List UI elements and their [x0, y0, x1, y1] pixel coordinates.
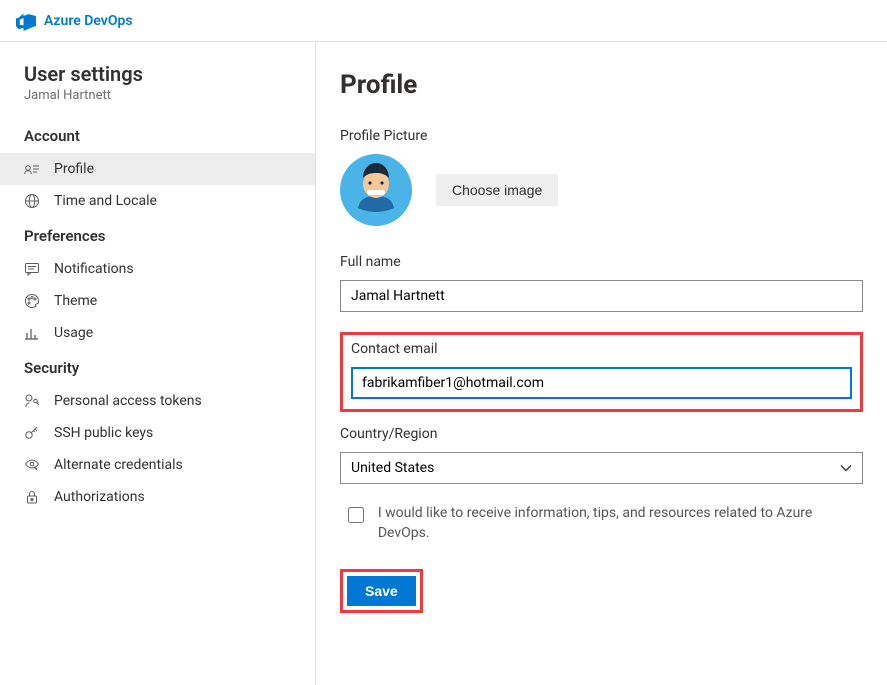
highlight-save: Save	[340, 569, 423, 613]
sidebar-item-theme[interactable]: Theme	[0, 285, 315, 317]
country-select[interactable]	[340, 452, 863, 484]
sidebar-item-usage[interactable]: Usage	[0, 317, 315, 349]
sidebar-username: Jamal Hartnett	[0, 88, 315, 117]
newsletter-label: I would like to receive information, tip…	[378, 504, 863, 543]
group-account: Account	[0, 117, 315, 153]
contact-email-label: Contact email	[351, 341, 852, 357]
highlight-contact-email: Contact email	[340, 332, 863, 412]
nav-label: SSH public keys	[54, 425, 153, 441]
sidebar-item-pat[interactable]: Personal access tokens	[0, 385, 315, 417]
nav-label: Usage	[54, 325, 93, 341]
page-title: Profile	[340, 70, 863, 100]
nav-label: Theme	[54, 293, 97, 309]
comment-icon	[24, 261, 40, 277]
profile-picture-label: Profile Picture	[340, 128, 863, 144]
nav-label: Time and Locale	[54, 193, 157, 209]
country-label: Country/Region	[340, 426, 863, 442]
group-preferences: Preferences	[0, 217, 315, 253]
sidebar-title: User settings	[0, 58, 315, 88]
palette-icon	[24, 293, 40, 309]
save-button[interactable]: Save	[347, 576, 416, 606]
avatar	[340, 154, 412, 226]
nav-label: Alternate credentials	[54, 457, 183, 473]
azure-devops-logo-icon	[16, 11, 36, 31]
main-content: Profile Profile Picture Choose image Ful…	[316, 42, 887, 685]
brand-link[interactable]: Azure DevOps	[44, 13, 133, 29]
sidebar-item-profile[interactable]: Profile	[0, 153, 315, 185]
lock-icon	[24, 489, 40, 505]
key-person-icon	[24, 393, 40, 409]
group-security: Security	[0, 349, 315, 385]
newsletter-checkbox-row[interactable]: I would like to receive information, tip…	[348, 504, 863, 543]
sidebar-item-ssh[interactable]: SSH public keys	[0, 417, 315, 449]
top-banner: Azure DevOps	[0, 0, 887, 42]
contact-email-input[interactable]	[351, 367, 852, 399]
sidebar-item-auth[interactable]: Authorizations	[0, 481, 315, 513]
eye-key-icon	[24, 457, 40, 473]
nav-label: Profile	[54, 161, 94, 177]
nav-label: Authorizations	[54, 489, 145, 505]
sidebar-item-altcreds[interactable]: Alternate credentials	[0, 449, 315, 481]
nav-label: Personal access tokens	[54, 393, 202, 409]
sidebar-item-time-locale[interactable]: Time and Locale	[0, 185, 315, 217]
sidebar-item-notifications[interactable]: Notifications	[0, 253, 315, 285]
full-name-input[interactable]	[340, 280, 863, 312]
key-icon	[24, 425, 40, 441]
person-card-icon	[24, 161, 40, 177]
globe-icon	[24, 193, 40, 209]
sidebar: User settings Jamal Hartnett Account Pro…	[0, 42, 316, 685]
bar-chart-icon	[24, 325, 40, 341]
newsletter-checkbox[interactable]	[348, 507, 364, 523]
choose-image-button[interactable]: Choose image	[436, 174, 558, 206]
nav-label: Notifications	[54, 261, 134, 277]
full-name-label: Full name	[340, 254, 863, 270]
